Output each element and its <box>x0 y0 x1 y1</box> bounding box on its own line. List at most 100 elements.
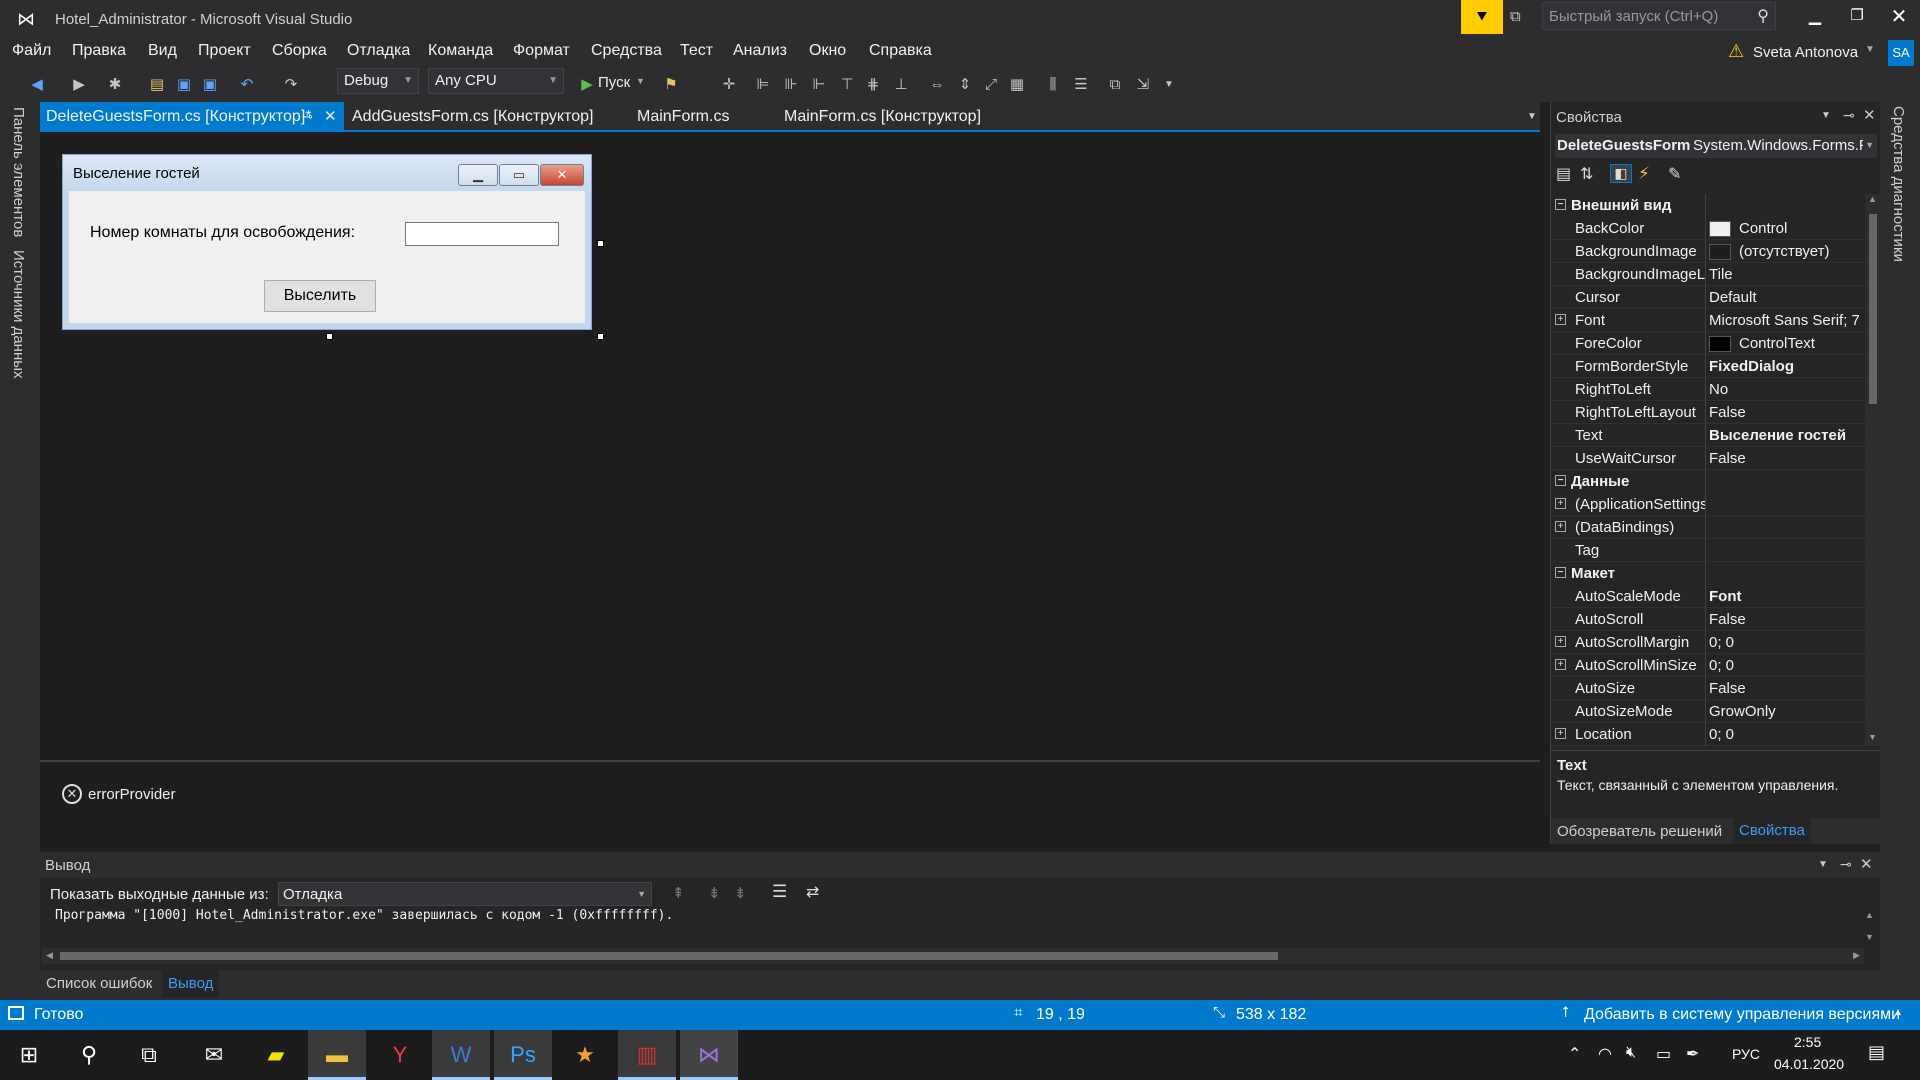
output-hscrollbar[interactable]: ◀ ▶ <box>42 948 1864 964</box>
events-icon[interactable]: ⚡ <box>1638 164 1650 184</box>
menu-team[interactable]: Команда <box>428 42 493 60</box>
property-row[interactable]: BackgroundImageLayoutTile <box>1551 263 1865 286</box>
expand-icon[interactable]: + <box>1555 314 1566 325</box>
user-name[interactable]: Sveta Antonova <box>1753 44 1858 61</box>
property-row[interactable]: + (DataBindings) <box>1551 516 1865 539</box>
search-icon[interactable]: ⚲ <box>60 1030 118 1080</box>
add-to-source-control[interactable]: Добавить в систему управления версиями <box>1584 1006 1900 1024</box>
align-center-icon[interactable]: ⊪ <box>782 76 800 94</box>
pen-icon[interactable]: ✒ <box>1686 1044 1699 1064</box>
close-icon[interactable]: ✕ <box>1863 106 1876 124</box>
property-row[interactable]: + AutoScrollMargin 0; 0 <box>1551 631 1865 654</box>
output-vscrollbar[interactable]: ▲ ▼ <box>1862 910 1878 946</box>
scroll-thumb[interactable] <box>1869 214 1877 404</box>
scroll-right-icon[interactable]: ▶ <box>1853 950 1860 961</box>
property-value[interactable]: False <box>1709 401 1859 424</box>
collapse-icon[interactable]: − <box>1555 475 1566 486</box>
forward-icon[interactable]: ▶ <box>70 76 88 94</box>
tab-delete-guests-designer[interactable]: DeleteGuestsForm.cs [Конструктор]* ⊸ ✕ <box>40 102 344 132</box>
windows-start-icon[interactable]: ⊞ <box>0 1030 58 1080</box>
avatar[interactable]: SA <box>1888 40 1914 66</box>
property-value[interactable]: ControlText <box>1709 332 1859 355</box>
expand-icon[interactable]: + <box>1555 728 1566 739</box>
clock-time[interactable]: 2:55 <box>1794 1034 1821 1050</box>
property-row[interactable]: ForeColor ControlText <box>1551 332 1865 355</box>
platform-select[interactable]: Any CPU ▼ <box>428 68 564 94</box>
config-select[interactable]: Debug ▼ <box>337 68 419 94</box>
designed-form[interactable]: Выселение гостей ▁ ▭ ✕ Номер комнаты для… <box>62 154 592 330</box>
resize-handle[interactable] <box>597 240 604 247</box>
align-grid-icon[interactable]: ✛ <box>720 76 738 94</box>
restore-button[interactable]: ❐ <box>1842 6 1872 30</box>
tab-output[interactable]: Вывод <box>162 970 220 998</box>
property-grid-scrollbar[interactable]: ▲ ▼ <box>1865 194 1881 746</box>
menu-format[interactable]: Формат <box>513 42 570 60</box>
property-value[interactable]: Microsoft Sans Serif; 7, <box>1709 309 1859 332</box>
expand-icon[interactable]: + <box>1555 659 1566 670</box>
tab-add-guests-designer[interactable]: AddGuestsForm.cs [Конструктор] <box>346 102 594 132</box>
property-row[interactable]: AutoSize False <box>1551 677 1865 700</box>
menu-debug[interactable]: Отладка <box>347 42 410 60</box>
make-same-width-icon[interactable]: ⇔ <box>928 76 946 94</box>
browser-icon[interactable]: ⚑ <box>662 76 680 94</box>
property-value[interactable]: 0; 0 <box>1709 723 1859 746</box>
start-dropdown-icon[interactable]: ▼ <box>636 76 645 86</box>
horizontal-spacing-icon[interactable]: ⫼ <box>1044 76 1062 94</box>
size-to-grid-icon[interactable]: ▦ <box>1008 76 1026 94</box>
sticky-notes-icon[interactable]: ▰ <box>247 1030 305 1080</box>
scroll-up-icon[interactable]: ▲ <box>1868 194 1877 204</box>
minimize-button[interactable]: ▁ <box>1800 6 1830 30</box>
start-icon[interactable]: ▶ <box>578 76 596 94</box>
toolbar-overflow-icon[interactable]: ▼ <box>1160 76 1178 94</box>
property-row[interactable]: AutoScroll False <box>1551 608 1865 631</box>
yandex-browser-icon[interactable]: Y <box>371 1030 429 1080</box>
wifi-icon[interactable]: ◠ <box>1598 1044 1612 1064</box>
menu-window[interactable]: Окно <box>809 42 846 60</box>
menu-build[interactable]: Сборка <box>272 42 327 60</box>
property-value[interactable]: (отсутствует) <box>1709 240 1859 263</box>
property-row[interactable]: RightToLeftLayout False <box>1551 401 1865 424</box>
property-value[interactable]: FixedDialog <box>1709 355 1859 378</box>
back-icon[interactable]: ◀ <box>28 76 46 94</box>
photoshop-icon[interactable]: Ps <box>494 1030 552 1080</box>
pin-icon[interactable]: ⊸ <box>302 102 313 132</box>
menu-test[interactable]: Тест <box>680 42 713 60</box>
align-right-icon[interactable]: ⊩ <box>810 76 828 94</box>
output-source-select[interactable]: Отладка ▼ <box>278 882 652 906</box>
menu-tools[interactable]: Средства <box>591 42 662 60</box>
align-middle-icon[interactable]: ⋕ <box>864 76 882 94</box>
clock-date[interactable]: 04.01.2020 <box>1774 1056 1844 1072</box>
vertical-spacing-icon[interactable]: ☰ <box>1072 76 1090 94</box>
diagnostic-tools-tab[interactable]: Средства диагностики <box>1890 106 1907 262</box>
find-message-icon[interactable]: ⇟ <box>734 884 747 902</box>
toolbox-tab[interactable]: Панель элементов <box>10 107 27 237</box>
align-top-icon[interactable]: ⊤ <box>838 76 856 94</box>
star-app-icon[interactable]: ★ <box>556 1030 614 1080</box>
make-same-height-icon[interactable]: ⇕ <box>956 76 974 94</box>
property-row[interactable]: Tag <box>1551 539 1865 562</box>
collapse-icon[interactable]: − <box>1555 567 1566 578</box>
menu-edit[interactable]: Правка <box>72 42 126 60</box>
property-category[interactable]: − Внешний вид <box>1551 194 1865 217</box>
language-indicator[interactable]: РУС <box>1732 1046 1760 1062</box>
property-value[interactable]: False <box>1709 677 1859 700</box>
close-icon[interactable]: ✕ <box>324 102 337 132</box>
tab-properties[interactable]: Свойства <box>1733 818 1811 844</box>
scroll-left-icon[interactable]: ◀ <box>46 950 53 961</box>
evict-button[interactable]: Выселить <box>264 280 376 312</box>
scroll-thumb[interactable] <box>60 952 1278 960</box>
tabs-overflow-icon[interactable]: ▼ <box>1527 111 1537 122</box>
property-row[interactable]: AutoSizeMode GrowOnly <box>1551 700 1865 723</box>
chevron-up-icon[interactable]: ▲ <box>1893 1007 1903 1018</box>
property-row[interactable]: AutoScaleMode Font <box>1551 585 1865 608</box>
property-row[interactable]: + Font Microsoft Sans Serif; 7, <box>1551 309 1865 332</box>
make-same-size-icon[interactable]: ⤢ <box>982 76 1000 94</box>
tab-main-form-designer[interactable]: MainForm.cs [Конструктор] <box>778 102 981 132</box>
menu-view[interactable]: Вид <box>148 42 177 60</box>
property-value[interactable]: False <box>1709 608 1859 631</box>
properties-icon[interactable]: ◧ <box>1610 164 1632 183</box>
categorized-icon[interactable]: ▤ <box>1556 164 1571 184</box>
notifications-icon[interactable]: ▤ <box>1868 1042 1885 1063</box>
property-category[interactable]: − Макет <box>1551 562 1865 585</box>
tab-solution-explorer[interactable]: Обозреватель решений <box>1557 823 1722 840</box>
